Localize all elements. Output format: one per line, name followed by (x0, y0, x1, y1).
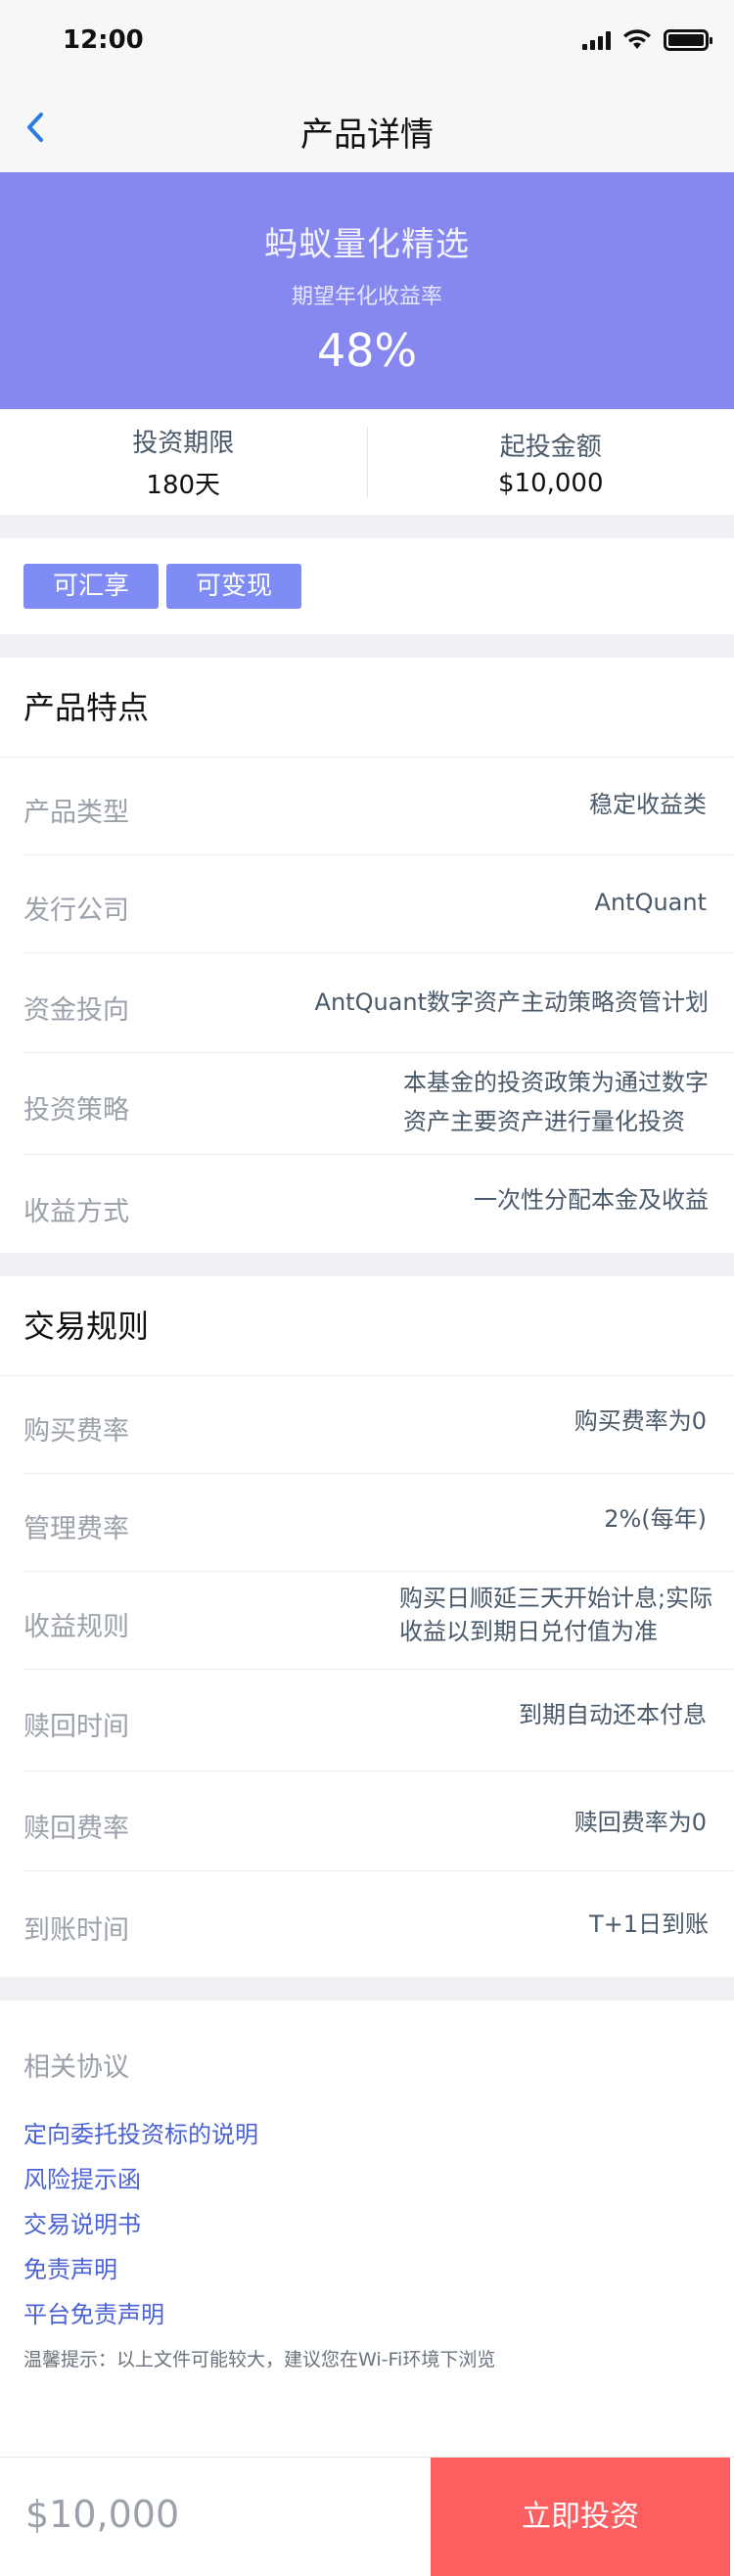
rule-row-yield-rule: 收益规则 购买日顺延三天开始计息;实际 收益以到期日兑付值为准 (23, 1572, 734, 1670)
row-label: 产品类型 (23, 798, 129, 828)
term-label: 起投金额 (499, 432, 602, 462)
row-label: 管理费率 (23, 1514, 129, 1544)
cellular-signal-icon (582, 30, 611, 50)
row-value: 到期自动还本付息 (519, 1701, 707, 1728)
nav-bar: 产品详情 (0, 82, 734, 172)
rule-row-purchase-fee: 购买费率 购买费率为0 (23, 1376, 734, 1474)
row-value: T+1日到账 (588, 1910, 709, 1938)
agreements-section: 相关协议 定向委托投资标的说明 风险提示函 交易说明书 免责声明 平台免责声明 … (0, 2001, 734, 2371)
row-value: 购买费率为0 (573, 1407, 707, 1435)
feature-row-strategy: 投资策略 本基金的投资政策为通过数字 资产主要资产进行量化投资 (23, 1053, 734, 1155)
rules-section-title: 交易规则 (0, 1276, 734, 1376)
row-label: 购买费率 (23, 1416, 129, 1447)
row-label: 发行公司 (23, 896, 129, 926)
battery-icon (664, 29, 712, 51)
product-name: 蚂蚁量化精选 (264, 225, 470, 264)
section-divider (0, 634, 734, 658)
row-value: AntQuant (594, 889, 707, 916)
term-min-amount: 起投金额 $10,000 (366, 426, 734, 498)
term-value: 180天 (146, 471, 221, 500)
expected-yield-label: 期望年化收益率 (291, 285, 442, 309)
page-title: 产品详情 (300, 115, 434, 155)
term-duration: 投资期限 180天 (0, 423, 367, 501)
row-value-line: 本基金的投资政策为通过数字 (403, 1069, 709, 1096)
agreement-link-trading-manual[interactable]: 交易说明书 (23, 2202, 734, 2247)
rule-row-redemption-time: 赎回时间 到期自动还本付息 (23, 1670, 734, 1771)
investment-terms: 投资期限 180天 起投金额 $10,000 (0, 409, 734, 515)
row-value: 稳定收益类 (589, 791, 707, 818)
invest-now-button[interactable]: 立即投资 (431, 2458, 730, 2576)
status-icons (582, 29, 712, 51)
feature-row-type: 产品类型 稳定收益类 (23, 758, 734, 855)
agreement-tip: 温馨提示：以上文件可能较大，建议您在Wi-Fi环境下浏览 (23, 2349, 496, 2370)
term-value: $10,000 (497, 468, 604, 498)
section-divider (0, 1253, 734, 1276)
row-value: 赎回费率为0 (573, 1809, 707, 1836)
row-value: 2%(每年) (604, 1505, 707, 1533)
row-value-line: 购买日顺延三天开始计息;实际 (399, 1585, 713, 1612)
row-value: 本基金的投资政策为通过数字 资产主要资产进行量化投资 (403, 1063, 709, 1141)
row-label: 赎回费率 (23, 1814, 129, 1844)
row-value: AntQuant数字资产主动策略资管计划 (314, 989, 709, 1016)
row-label: 收益方式 (23, 1197, 129, 1227)
expected-yield-rate: 48% (316, 324, 418, 377)
row-value-line: 收益以到期日兑付值为准 (399, 1618, 658, 1645)
row-value: 一次性分配本金及收益 (474, 1186, 709, 1214)
agreement-link-target-description[interactable]: 定向委托投资标的说明 (23, 2112, 734, 2157)
rule-row-management-fee: 管理费率 2%(每年) (23, 1474, 734, 1572)
row-label: 资金投向 (23, 995, 129, 1026)
row-label: 收益规则 (23, 1612, 129, 1642)
agreement-link-disclaimer[interactable]: 免责声明 (23, 2247, 734, 2292)
row-label: 投资策略 (23, 1095, 129, 1126)
tag-huixiang[interactable]: 可汇享 (23, 564, 159, 609)
feature-row-issuer: 发行公司 AntQuant (23, 855, 734, 953)
features-section-title: 产品特点 (0, 658, 734, 758)
rule-row-arrival-time: 到账时间 T+1日到账 (23, 1871, 734, 1977)
agreement-link-risk-notice[interactable]: 风险提示函 (23, 2157, 734, 2202)
wifi-icon (623, 29, 651, 49)
invest-amount: $10,000 (25, 2493, 180, 2536)
row-label: 赎回时间 (23, 1712, 129, 1742)
feature-row-fund-target: 资金投向 AntQuant数字资产主动策略资管计划 (23, 953, 734, 1053)
status-time: 12:00 (63, 25, 144, 55)
row-value-line: 资产主要资产进行量化投资 (403, 1108, 685, 1135)
product-hero: 蚂蚁量化精选 期望年化收益率 48% (0, 172, 734, 409)
row-value: 购买日顺延三天开始计息;实际 收益以到期日兑付值为准 (399, 1582, 714, 1648)
agreements-title: 相关协议 (23, 2052, 129, 2083)
bottom-action-bar: $10,000 立即投资 (0, 2457, 734, 2576)
section-divider (0, 1977, 734, 2001)
row-label: 到账时间 (23, 1915, 129, 1946)
agreement-link-platform-disclaimer[interactable]: 平台免责声明 (23, 2292, 734, 2337)
section-divider (0, 515, 734, 538)
term-label: 投资期限 (132, 429, 235, 458)
status-bar: 12:00 (0, 0, 734, 82)
tag-bianxian[interactable]: 可变现 (166, 564, 301, 609)
feature-row-payout: 收益方式 一次性分配本金及收益 (23, 1155, 734, 1253)
product-tags: 可汇享 可变现 (0, 538, 734, 634)
rule-row-redemption-fee: 赎回费率 赎回费率为0 (23, 1771, 734, 1871)
